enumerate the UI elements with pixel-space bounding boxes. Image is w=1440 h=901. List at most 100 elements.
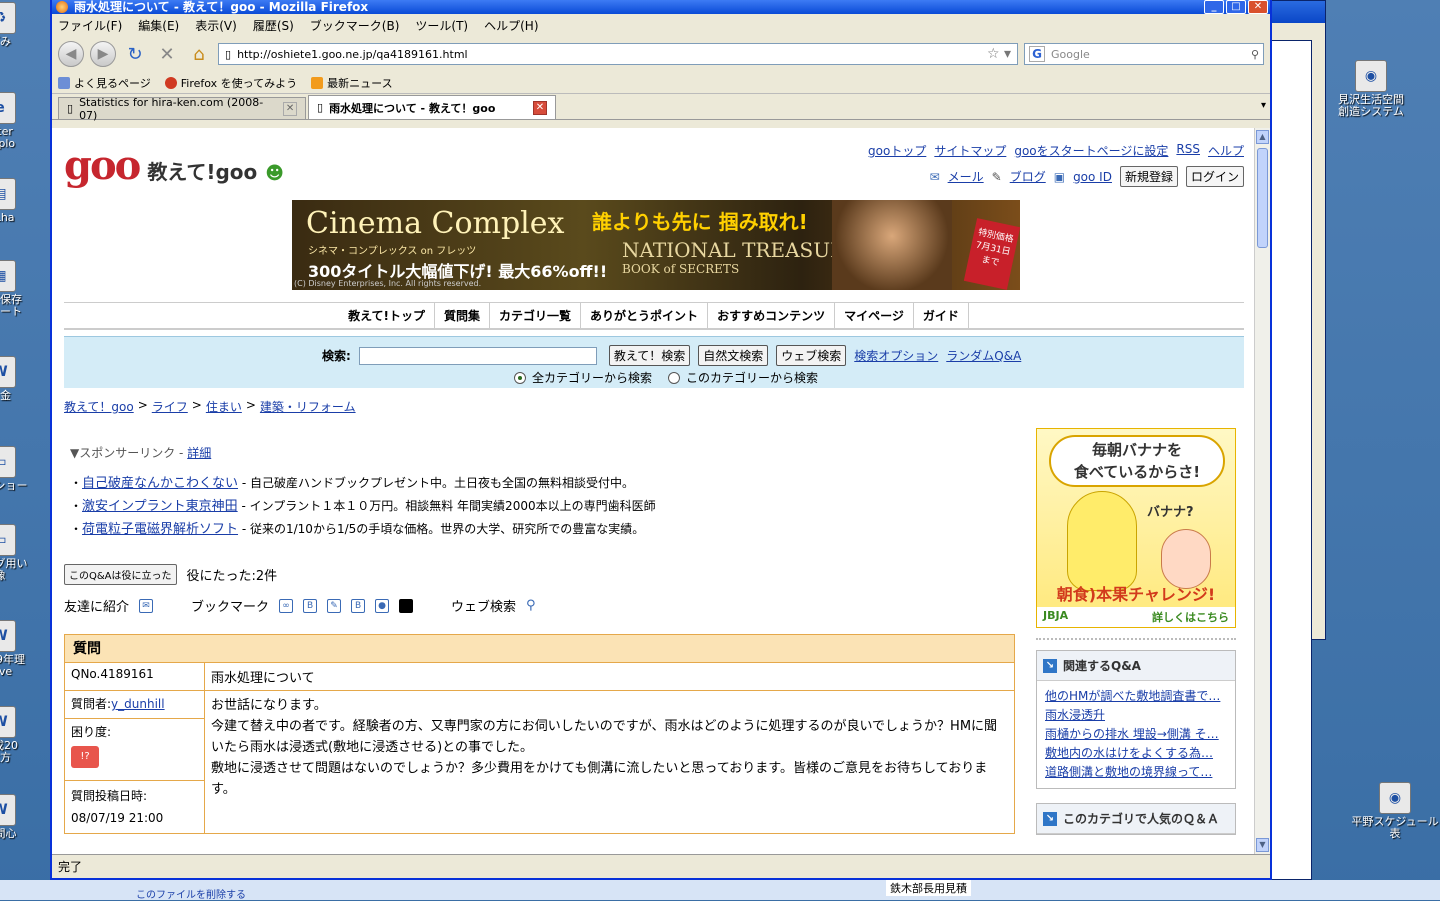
search-options-link[interactable]: 検索オプション bbox=[854, 347, 938, 364]
tab-statistics[interactable]: ▯ Statistics for hira-ken.com (2008-07) … bbox=[58, 96, 306, 122]
related-qa-link[interactable]: 雨水浸透升 bbox=[1045, 706, 1227, 725]
close-button[interactable]: ✕ bbox=[1248, 0, 1268, 14]
nav-guide[interactable]: ガイド bbox=[914, 303, 969, 328]
bookmark-item[interactable]: 最新ニュース bbox=[311, 75, 393, 91]
scroll-thumb[interactable] bbox=[1257, 148, 1268, 248]
bookmark-service-icon-3[interactable]: ● bbox=[375, 598, 390, 613]
magnifier-icon[interactable]: ⚲ bbox=[1251, 48, 1259, 61]
natural-search-button[interactable]: 自然文検索 bbox=[698, 345, 769, 366]
menu-tools[interactable]: ツール(T) bbox=[415, 17, 468, 34]
share-friend-link[interactable]: 友達に紹介 bbox=[64, 596, 129, 615]
link-sitemap[interactable]: サイトマップ bbox=[934, 142, 1006, 159]
desktop-icon-word2[interactable]: W2009年理 計ve bbox=[0, 620, 40, 678]
bookmark-item[interactable]: よく見るページ bbox=[58, 75, 151, 91]
envelope-icon[interactable]: ✉ bbox=[139, 598, 154, 613]
breadcrumb-item[interactable]: 建築・リフォーム bbox=[260, 398, 356, 415]
scroll-up-icon[interactable]: ▲ bbox=[1256, 130, 1269, 144]
sponsor-link[interactable]: 荷電粒子電磁界解析ソフト bbox=[82, 522, 238, 537]
desktop-icon-ff2[interactable]: ◉ 平野スケジュール 表 bbox=[1350, 782, 1440, 840]
link-rss[interactable]: RSS bbox=[1176, 142, 1200, 159]
desktop-icon-folder1[interactable]: ▭各種ショー bbox=[0, 446, 40, 492]
bookmark-item[interactable]: Firefox を使ってみよう bbox=[164, 75, 297, 91]
desktop-icon-shortcut[interactable]: ▦仕事保存 ショート bbox=[0, 260, 40, 318]
nav-top[interactable]: 教えて!トップ bbox=[339, 303, 436, 328]
ad-more-link[interactable]: 詳しくはこちら bbox=[1152, 609, 1229, 625]
breadcrumb-item[interactable]: 教えて！goo bbox=[64, 398, 134, 415]
ad-banana[interactable]: 毎朝バナナを 食べているからさ! バナナ? 朝食)本果チャレンジ! JBJA 詳し… bbox=[1036, 428, 1236, 628]
nav-questions[interactable]: 質問集 bbox=[435, 303, 491, 328]
breadcrumb-item[interactable]: 住まい bbox=[206, 398, 242, 415]
home-button[interactable]: ⌂ bbox=[186, 41, 212, 67]
bookmark-star-icon[interactable]: ☆ ▾ bbox=[987, 46, 1011, 62]
vertical-scrollbar[interactable]: ▲ ▼ bbox=[1254, 128, 1270, 854]
bookmark-service-icon-1[interactable]: B bbox=[303, 598, 318, 613]
breadcrumb-item[interactable]: ライフ bbox=[152, 398, 188, 415]
minimize-button[interactable]: _ bbox=[1204, 0, 1224, 14]
reload-button[interactable]: ↻ bbox=[122, 41, 148, 67]
desktop-icon-ff1[interactable]: ◉ 見沢生活空間 創造システム bbox=[1316, 60, 1426, 118]
related-qa-link[interactable]: 他のHMが調べた敷地調査書で… bbox=[1045, 687, 1227, 706]
nav-categories[interactable]: カテゴリ一覧 bbox=[490, 303, 582, 328]
background-link[interactable]: このファイルを削除する bbox=[136, 886, 246, 901]
link-goo-top[interactable]: gooトップ bbox=[868, 142, 926, 159]
web-search-button[interactable]: ウェブ検索 bbox=[776, 345, 847, 366]
forward-button[interactable]: ▶ bbox=[90, 41, 116, 67]
nav-recommended[interactable]: おすすめコンテンツ bbox=[708, 303, 836, 328]
link-goo-id[interactable]: goo ID bbox=[1073, 170, 1112, 184]
related-qa-link[interactable]: 雨樋からの排水 埋設→側溝 そ… bbox=[1045, 725, 1227, 744]
search-box[interactable]: G Google ⚲ bbox=[1024, 43, 1264, 65]
site-search-input[interactable] bbox=[358, 346, 597, 365]
tab-close-icon[interactable]: ✕ bbox=[283, 101, 297, 116]
bookmark-service-icon-2[interactable]: ✎ bbox=[327, 598, 342, 613]
desktop-icon-lha[interactable]: ▤+Lha bbox=[0, 178, 40, 224]
link-help[interactable]: ヘルプ bbox=[1208, 142, 1244, 159]
nav-thanks-points[interactable]: ありがとうポイント bbox=[581, 303, 709, 328]
desktop-icon-word4[interactable]: W民間心 bbox=[0, 794, 40, 840]
delicious-icon[interactable] bbox=[399, 598, 414, 613]
login-button[interactable]: ログイン bbox=[1185, 166, 1244, 187]
asker-link[interactable]: y_dunhill bbox=[111, 697, 165, 711]
related-qa-link[interactable]: 敷地内の水はけをよくする為… bbox=[1045, 744, 1227, 763]
sponsor-detail-link[interactable]: 詳細 bbox=[187, 446, 211, 460]
link-chain-icon[interactable]: ∞ bbox=[279, 598, 294, 613]
maximize-button[interactable]: □ bbox=[1226, 0, 1246, 14]
menu-bookmarks[interactable]: ブックマーク(B) bbox=[310, 17, 400, 34]
magnifier-icon[interactable]: ⚲ bbox=[526, 598, 536, 613]
sponsor-link[interactable]: 激安インプラント東京神田 bbox=[82, 499, 238, 514]
helpful-button[interactable]: このQ&Aは役に立った bbox=[64, 564, 177, 585]
desktop-icon-word1[interactable]: W角金 bbox=[0, 356, 40, 402]
hatena-bookmark-icon[interactable]: B bbox=[351, 598, 366, 613]
desktop-icon-recycle[interactable]: ♻ごみ bbox=[0, 2, 40, 48]
site-logo[interactable]: goo 教えて!goo ☻ bbox=[64, 142, 284, 189]
link-blog[interactable]: ブログ bbox=[1010, 168, 1046, 185]
desktop-icon-word3[interactable]: W平成20 社方 bbox=[0, 706, 40, 764]
url-bar[interactable]: ▯ http://oshiete1.goo.ne.jp/qa4189161.ht… bbox=[218, 43, 1018, 65]
menu-view[interactable]: 表示(V) bbox=[195, 17, 237, 34]
web-search-link[interactable]: ウェブ検索 bbox=[451, 596, 516, 615]
nav-mypage[interactable]: マイページ bbox=[835, 303, 914, 328]
link-set-startpage[interactable]: gooをスタートページに設定 bbox=[1014, 142, 1168, 159]
register-button[interactable]: 新規登録 bbox=[1119, 166, 1178, 187]
random-qa-link[interactable]: ランダムQ&A bbox=[946, 347, 1021, 364]
ad-banner-cinema[interactable]: Cinema Complex シネマ・コンプレックス on フレッツ 300タイ… bbox=[292, 200, 1020, 290]
google-icon[interactable]: G bbox=[1029, 46, 1045, 62]
related-qa-link[interactable]: 道路側溝と敷地の境界線って… bbox=[1045, 763, 1227, 782]
desktop-icon-ie[interactable]: eInter Explo bbox=[0, 92, 40, 150]
tab-oshiete[interactable]: ▯ 雨水処理について - 教えて！goo ✕ bbox=[308, 95, 556, 119]
scroll-down-icon[interactable]: ▼ bbox=[1256, 838, 1269, 852]
menu-file[interactable]: ファイル(F) bbox=[58, 17, 122, 34]
menu-history[interactable]: 履歴(S) bbox=[253, 17, 294, 34]
oshiete-search-button[interactable]: 教えて！検索 bbox=[608, 345, 691, 366]
stop-button[interactable]: ✕ bbox=[154, 41, 180, 67]
menu-edit[interactable]: 編集(E) bbox=[138, 17, 179, 34]
sponsor-link[interactable]: 自己破産なんかこわくない bbox=[82, 476, 238, 491]
tab-list-icon[interactable]: ▾ bbox=[1261, 100, 1266, 111]
tab-close-icon[interactable]: ✕ bbox=[533, 100, 547, 115]
link-mail[interactable]: メール bbox=[948, 168, 984, 185]
menu-help[interactable]: ヘルプ(H) bbox=[484, 17, 538, 34]
title-bar[interactable]: 雨水処理について - 教えて！goo - Mozilla Firefox _ □… bbox=[52, 0, 1270, 14]
desktop-icon-folder2[interactable]: ▭ブログ用い 像 bbox=[0, 524, 40, 582]
radio-all-categories[interactable] bbox=[514, 371, 526, 384]
back-button[interactable]: ◀ bbox=[58, 41, 84, 67]
radio-this-category[interactable] bbox=[668, 371, 681, 384]
